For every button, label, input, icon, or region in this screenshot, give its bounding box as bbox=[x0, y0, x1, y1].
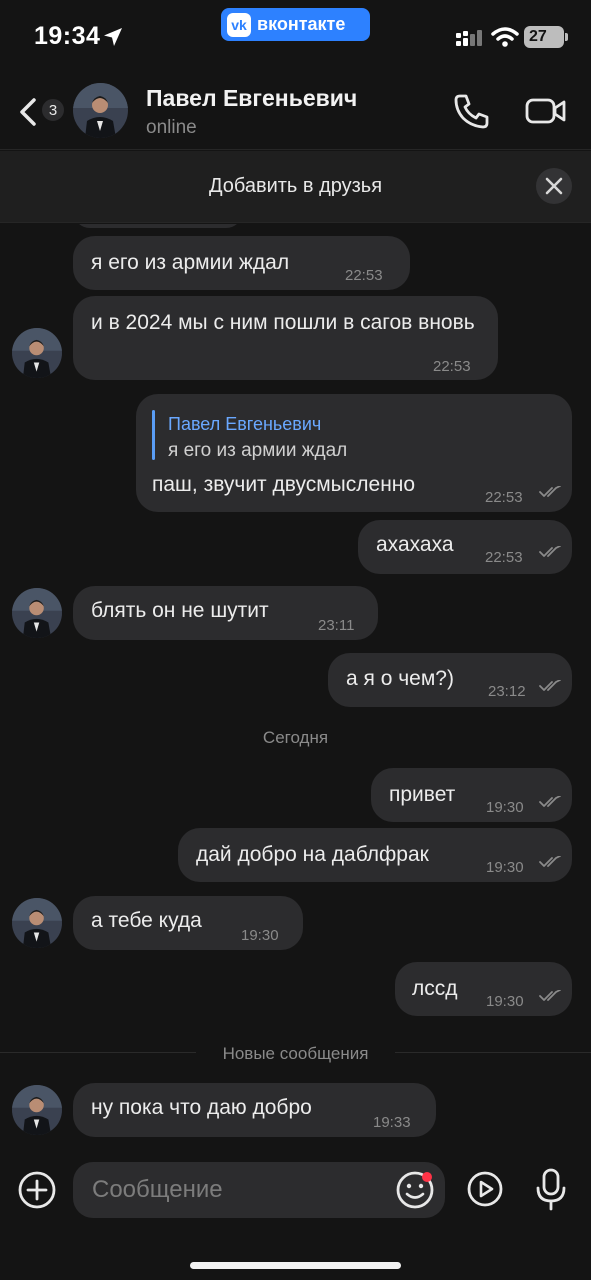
message-input[interactable]: Сообщение bbox=[73, 1162, 445, 1218]
message-bubble-outgoing[interactable]: лссд 19:30 bbox=[395, 962, 572, 1016]
chat-header: 3 Павел Евгеньевич online bbox=[0, 72, 591, 150]
avatar[interactable] bbox=[12, 328, 62, 378]
date-divider: Сегодня bbox=[262, 728, 329, 747]
message-text: дай добро на даблфрак bbox=[196, 843, 429, 866]
message-time: 23:12 bbox=[488, 683, 526, 700]
double-check-icon bbox=[539, 680, 561, 691]
avatar[interactable] bbox=[12, 898, 62, 948]
close-icon bbox=[545, 177, 563, 195]
add-friend-button[interactable]: Добавить в друзья bbox=[0, 175, 591, 198]
message-text: блять он не шутит bbox=[91, 599, 269, 622]
double-check-icon bbox=[539, 546, 561, 557]
reply-author[interactable]: Павел Евгеньевич bbox=[168, 409, 321, 439]
message-bubble-outgoing[interactable]: а я о чем?) 23:12 bbox=[328, 653, 572, 707]
double-check-icon bbox=[539, 990, 561, 1001]
unread-count-badge: 3 bbox=[40, 97, 66, 123]
plus-icon[interactable] bbox=[17, 1170, 57, 1210]
contact-status: online bbox=[146, 117, 197, 138]
message-bubble-outgoing[interactable]: дай добро на даблфрак 19:30 bbox=[178, 828, 572, 882]
message-text: привет bbox=[389, 783, 456, 806]
message-bubble-outgoing[interactable]: привет 19:30 bbox=[371, 768, 572, 822]
message-text: ахахаха bbox=[376, 533, 454, 556]
message-bubble-outgoing[interactable]: Павел Евгеньевич я его из армии ждал паш… bbox=[136, 394, 572, 512]
message-text: я его из армии ждал bbox=[91, 251, 290, 274]
message-time: 22:53 bbox=[485, 489, 523, 506]
message-time: 19:30 bbox=[241, 927, 279, 944]
avatar[interactable] bbox=[12, 1085, 62, 1135]
close-friend-bar-button[interactable] bbox=[536, 168, 572, 204]
message-bubble-outgoing[interactable]: ахахаха 22:53 bbox=[358, 520, 572, 574]
message-bubble-incoming[interactable]: и в 2024 мы с ним пошли в сагов вновь 22… bbox=[73, 296, 498, 380]
vk-badge-label: вконтакте bbox=[257, 14, 346, 34]
message-text: паш, звучит двусмысленно bbox=[152, 473, 416, 496]
message-text: ну пока что даю добро bbox=[91, 1096, 312, 1119]
phone-icon[interactable] bbox=[452, 91, 492, 131]
reply-quote-bar bbox=[152, 410, 155, 460]
message-time: 19:30 bbox=[486, 993, 524, 1010]
double-check-icon bbox=[539, 796, 561, 807]
message-time: 22:53 bbox=[433, 358, 471, 375]
message-list[interactable]: я его из армии ждал 22:53 и в 2024 мы с … bbox=[0, 224, 591, 1150]
microphone-icon[interactable] bbox=[534, 1168, 568, 1212]
message-bubble-incoming[interactable]: ну пока что даю добро 19:33 bbox=[73, 1083, 436, 1137]
battery-icon: 27 bbox=[524, 26, 564, 48]
status-bar: 19:34 vk вконтакте 27 bbox=[0, 0, 591, 72]
message-time: 19:33 bbox=[373, 1114, 411, 1131]
back-button[interactable]: 3 bbox=[14, 86, 66, 134]
new-messages-divider-line-right bbox=[395, 1052, 591, 1053]
notification-dot bbox=[422, 1172, 432, 1182]
composer-bar: Сообщение bbox=[0, 1150, 591, 1280]
message-bubble-partial bbox=[73, 224, 243, 228]
message-time: 23:11 bbox=[318, 617, 355, 634]
message-time: 19:30 bbox=[486, 859, 524, 876]
avatar[interactable] bbox=[73, 83, 128, 138]
status-time: 19:34 bbox=[34, 22, 101, 50]
battery-tip bbox=[565, 33, 568, 41]
battery-level: 27 bbox=[529, 28, 547, 45]
message-bubble-incoming[interactable]: а тебе куда 19:30 bbox=[73, 896, 303, 950]
message-time: 22:53 bbox=[485, 549, 523, 566]
message-text: лссд bbox=[412, 977, 458, 1000]
wifi-icon bbox=[491, 27, 519, 47]
avatar[interactable] bbox=[12, 588, 62, 638]
vk-logo-icon: vk bbox=[227, 12, 251, 37]
add-friend-bar: Добавить в друзья bbox=[0, 151, 591, 223]
signal-icon bbox=[456, 30, 482, 46]
double-check-icon bbox=[539, 486, 561, 497]
message-text: и в 2024 мы с ним пошли в сагов вновь bbox=[91, 311, 475, 334]
message-time: 22:53 bbox=[345, 267, 383, 284]
message-bubble-incoming[interactable]: блять он не шутит 23:11 bbox=[73, 586, 378, 640]
home-indicator[interactable] bbox=[190, 1262, 401, 1269]
video-camera-icon[interactable] bbox=[524, 91, 568, 131]
location-arrow-icon bbox=[104, 28, 122, 46]
double-check-icon bbox=[539, 856, 561, 867]
message-text: а я о чем?) bbox=[346, 667, 454, 690]
new-messages-divider: Новые сообщения bbox=[222, 1044, 369, 1063]
message-input-placeholder: Сообщение bbox=[92, 1176, 223, 1203]
message-bubble-incoming[interactable]: я его из армии ждал 22:53 bbox=[73, 236, 410, 290]
reply-text: я его из армии ждал bbox=[168, 440, 348, 461]
message-time: 19:30 bbox=[486, 799, 524, 816]
message-text: а тебе куда bbox=[91, 909, 202, 932]
contact-name[interactable]: Павел Евгеньевич bbox=[146, 85, 357, 112]
vk-app-badge[interactable]: vk вконтакте bbox=[221, 8, 370, 41]
video-message-icon[interactable] bbox=[466, 1170, 504, 1208]
